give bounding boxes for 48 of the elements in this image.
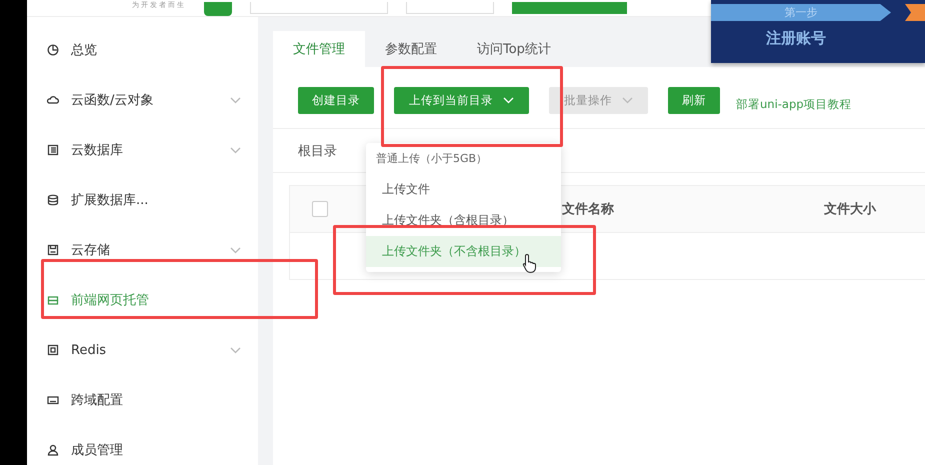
sidebar-item[interactable]: 前端网页托管 [27,275,258,325]
sidebar-label: 总览 [71,42,98,59]
step-arrow-icon [905,4,925,21]
sidebar-item[interactable]: Redis [27,325,258,375]
space-list-button[interactable] [406,2,494,14]
list-icon [47,144,59,156]
space-select[interactable] [250,2,388,14]
sidebar-item[interactable]: 云存储 [27,225,258,275]
box-icon [47,344,59,356]
toolbar-button[interactable]: 创建目录 [298,87,374,114]
tab[interactable]: 访问Top统计 [457,31,571,67]
sidebar-label: 前端网页托管 [71,292,150,309]
menu-header: 普通上传（小于5GB） [375,151,488,167]
menu-item[interactable]: 上传文件 [366,174,561,205]
space-button[interactable] [512,2,627,14]
server-icon [47,294,59,306]
tutorial-link[interactable]: 部署uni-app项目教程 [736,97,852,112]
sidebar-label: 跨域配置 [71,392,124,409]
sidebar-label: 成员管理 [71,442,124,459]
column-header: 文件名称 [561,200,615,218]
sidebar-label: 云函数/云对象 [71,92,154,109]
card-icon [47,394,59,406]
logo-icon [204,2,232,16]
sidebar-item[interactable]: 扩展数据库... [27,175,258,225]
sidebar-label: 云存储 [71,242,111,259]
chevron-down-icon [503,97,514,104]
select-all-checkbox[interactable] [312,201,328,217]
sidebar-item[interactable]: 云函数/云对象 [27,75,258,125]
chevron-down-icon [622,97,633,104]
save-icon [47,244,59,256]
step-label: 第一步 [711,4,891,21]
sidebar-item[interactable]: 总览 [27,25,258,75]
sidebar-label: Redis [71,342,108,358]
sidebar-label: 扩展数据库... [71,192,150,209]
toolbar-button[interactable]: 刷新 [668,87,720,114]
sidebar-item[interactable]: 云数据库 [27,125,258,175]
column-header: 文件大小 [823,200,878,218]
sidebar-item[interactable]: 成员管理 [27,425,258,465]
banner-title: 注册账号 [766,29,826,48]
sidebar-label: 云数据库 [71,142,124,159]
cloud-icon [47,94,59,106]
tab[interactable]: 参数配置 [365,31,457,67]
tab[interactable]: 文件管理 [273,31,365,67]
clock-icon [47,44,59,56]
sidebar-item[interactable]: 跨域配置 [27,375,258,425]
database-icon [47,194,59,206]
dropdown-button[interactable]: 上传到当前目录 [394,87,529,114]
user-icon [47,444,59,456]
